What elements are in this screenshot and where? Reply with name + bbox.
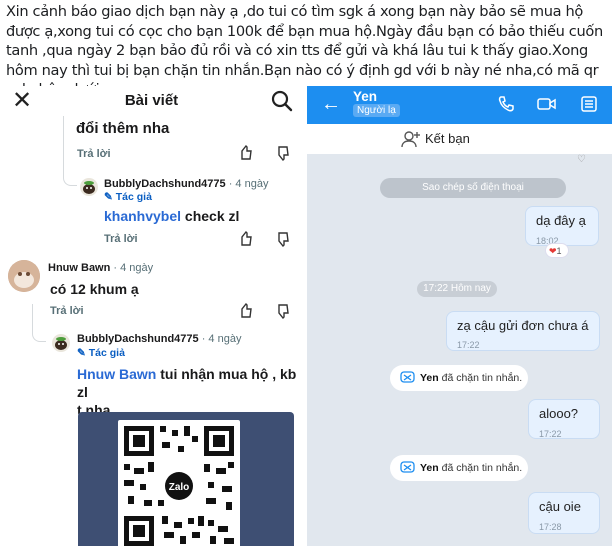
avatar bbox=[52, 334, 70, 352]
op-badge: ✎ Tác giả bbox=[104, 191, 152, 203]
username[interactable]: BubblyDachshund4775 bbox=[104, 178, 226, 190]
mic-icon: ✎ bbox=[77, 347, 86, 359]
comment-age: · 4 ngày bbox=[113, 262, 154, 274]
message-bubble[interactable]: zạ cậu gửi đơn chưa á 17:22 bbox=[446, 311, 600, 351]
blocked-text: Yen đã chặn tin nhắn. bbox=[420, 462, 522, 474]
blocked-name: Yen bbox=[420, 462, 439, 474]
post-text: Xin cảnh báo giao dịch bạn này ạ ,do tui… bbox=[6, 3, 603, 98]
reply-button[interactable]: Trả lời bbox=[50, 305, 84, 317]
message-text: alooo? bbox=[539, 406, 579, 421]
comment-text: đổi thêm nha bbox=[76, 120, 170, 137]
upvote-icon[interactable] bbox=[239, 145, 253, 160]
add-friend-label[interactable]: Kết bạn bbox=[425, 131, 470, 146]
blocked-text: Yen đã chặn tin nhắn. bbox=[420, 372, 522, 384]
comment-body: check zl bbox=[181, 208, 240, 224]
qr-pattern: Zalo bbox=[124, 426, 234, 546]
back-arrow-icon[interactable]: ← bbox=[321, 93, 341, 116]
mic-icon: ✎ bbox=[104, 191, 113, 203]
user-mention[interactable]: Hnuw Bawn bbox=[77, 366, 156, 382]
add-friend-bar[interactable]: Kết bạn bbox=[307, 124, 612, 154]
phone-icon[interactable] bbox=[497, 95, 515, 113]
downvote-icon[interactable] bbox=[276, 146, 290, 161]
upvote-icon[interactable] bbox=[239, 303, 253, 318]
avatar bbox=[80, 178, 98, 196]
message-text: cậu oie bbox=[539, 499, 581, 514]
reaction-count: 1 bbox=[556, 246, 562, 256]
svg-text:Zalo: Zalo bbox=[169, 482, 190, 493]
video-call-icon[interactable] bbox=[537, 95, 557, 113]
blocked-chat-icon bbox=[400, 371, 415, 383]
message-time: 17:22 bbox=[457, 340, 480, 350]
date-separator: 17:22 Hôm nay bbox=[417, 281, 497, 297]
avatar bbox=[8, 260, 40, 292]
username[interactable]: Hnuw Bawn bbox=[48, 262, 110, 274]
comment-age: · 4 ngày bbox=[228, 178, 269, 190]
chat-header: ← Yen Người lạ bbox=[307, 86, 612, 124]
reaction-icon[interactable]: ♡ bbox=[577, 154, 586, 165]
op-badge-label: Tác giả bbox=[115, 191, 152, 203]
reply-button[interactable]: Trả lời bbox=[104, 233, 138, 245]
comment-username[interactable]: BubblyDachshund4775 · 4 ngày bbox=[77, 333, 241, 345]
user-mention[interactable]: khanhvybel bbox=[104, 208, 181, 224]
downvote-icon[interactable] bbox=[276, 232, 290, 247]
heart-reaction[interactable]: ❤1 bbox=[545, 243, 569, 258]
reply-button[interactable]: Trả lời bbox=[77, 148, 111, 160]
message-time: 17:28 bbox=[539, 522, 562, 532]
stranger-badge: Người lạ bbox=[353, 104, 400, 117]
blocked-chat-icon bbox=[400, 461, 415, 473]
message-time: 17:22 bbox=[539, 429, 562, 439]
thread-elbow bbox=[32, 322, 46, 342]
reddit-header: ✕ Bài viết bbox=[0, 86, 303, 116]
blocked-message: đã chặn tin nhắn. bbox=[438, 462, 523, 474]
comment-username[interactable]: Hnuw Bawn · 4 ngày bbox=[48, 262, 153, 274]
blocked-name: Yen bbox=[420, 372, 439, 384]
copy-phone-button[interactable]: Sao chép số điện thoại bbox=[380, 178, 566, 198]
message-text: zạ cậu gửi đơn chưa á bbox=[457, 318, 589, 333]
blocked-notice: Yen đã chặn tin nhắn. bbox=[390, 365, 528, 391]
message-bubble[interactable]: cậu oie 17:28 bbox=[528, 492, 600, 534]
comment-text: Hnuw Bawn tui nhận mua hộ , kb zl t nha bbox=[77, 365, 303, 419]
page-title: Bài viết bbox=[124, 92, 179, 109]
contact-name[interactable]: Yen bbox=[353, 89, 377, 104]
qr-code-image[interactable]: Zalo bbox=[78, 412, 294, 546]
comment-age: · 4 ngày bbox=[201, 333, 242, 345]
message-text: dạ đây ạ bbox=[536, 213, 586, 228]
blocked-notice: Yen đã chặn tin nhắn. bbox=[390, 455, 528, 481]
downvote-icon[interactable] bbox=[276, 304, 290, 319]
message-bubble[interactable]: alooo? 17:22 bbox=[528, 399, 600, 439]
comment-text: có 12 khum ạ bbox=[50, 281, 139, 297]
thread-elbow bbox=[63, 166, 77, 186]
qr-code: Zalo bbox=[118, 420, 240, 546]
blocked-message: đã chặn tin nhắn. bbox=[438, 372, 523, 384]
reddit-panel: ✕ Bài viết đổi thêm nha Trả lời BubblyDa… bbox=[0, 86, 303, 546]
comment-text: khanhvybel check zl bbox=[104, 208, 239, 224]
menu-icon[interactable] bbox=[580, 95, 598, 113]
op-badge: ✎ Tác giả bbox=[77, 347, 125, 359]
username[interactable]: BubblyDachshund4775 bbox=[77, 333, 199, 345]
comment-username[interactable]: BubblyDachshund4775 · 4 ngày bbox=[104, 178, 268, 190]
op-badge-label: Tác giả bbox=[88, 347, 125, 359]
zalo-panel: ← Yen Người lạ Kết bạn ♡ Sao chép số điệ… bbox=[307, 86, 612, 546]
message-bubble[interactable]: dạ đây ạ 18:02 bbox=[525, 206, 599, 246]
upvote-icon[interactable] bbox=[239, 231, 253, 246]
add-friend-icon bbox=[401, 131, 420, 148]
search-icon[interactable] bbox=[271, 90, 293, 117]
